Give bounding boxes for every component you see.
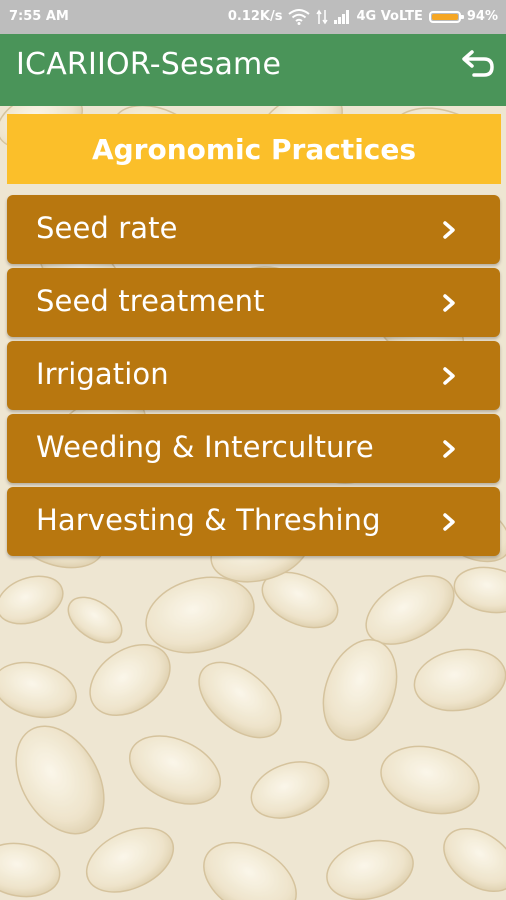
- menu-item-label: Harvesting & Threshing: [36, 503, 381, 537]
- chevron-right-icon: [443, 367, 455, 385]
- app-title: ICARIIOR-Sesame: [16, 47, 282, 82]
- back-arrow-icon: [462, 50, 494, 77]
- section-title: Agronomic Practices: [91, 132, 417, 166]
- signal-icon: [334, 10, 350, 24]
- menu-item-irrigation[interactable]: Irrigation: [7, 341, 500, 410]
- network-speed: 0.12K/s: [227, 9, 283, 24]
- menu-item-label: Irrigation: [36, 357, 169, 391]
- menu-item-label: Weeding & Interculture: [36, 430, 374, 464]
- menu-item-seed-treatment[interactable]: Seed treatment: [7, 268, 500, 337]
- section-header: Agronomic Practices: [7, 114, 501, 184]
- chevron-right-icon: [443, 513, 455, 531]
- status-time: 7:55 AM: [9, 9, 69, 24]
- menu-list: Seed rate Seed treatment Irrigation Weed…: [7, 195, 500, 560]
- data-arrows-icon: [316, 9, 329, 25]
- wifi-icon: [288, 9, 311, 25]
- status-bar: 7:55 AM 0.12K/s 4G VoLTE 94%: [0, 0, 506, 34]
- menu-item-seed-rate[interactable]: Seed rate: [7, 195, 500, 264]
- menu-item-label: Seed treatment: [36, 284, 265, 318]
- back-button[interactable]: [460, 48, 496, 84]
- chevron-right-icon: [443, 294, 455, 312]
- app-bar: ICARIIOR-Sesame: [0, 34, 506, 106]
- battery-icon: [428, 11, 464, 23]
- battery-level: [431, 14, 459, 20]
- chevron-right-icon: [443, 221, 455, 239]
- chevron-right-icon: [443, 440, 455, 458]
- menu-item-label: Seed rate: [36, 211, 178, 245]
- menu-item-harvesting-threshing[interactable]: Harvesting & Threshing: [7, 487, 500, 556]
- network-type: 4G VoLTE: [356, 9, 423, 24]
- status-icons: 0.12K/s 4G VoLTE 94%: [228, 7, 498, 27]
- battery-percent: 94%: [466, 9, 498, 24]
- menu-item-weeding-interculture[interactable]: Weeding & Interculture: [7, 414, 500, 483]
